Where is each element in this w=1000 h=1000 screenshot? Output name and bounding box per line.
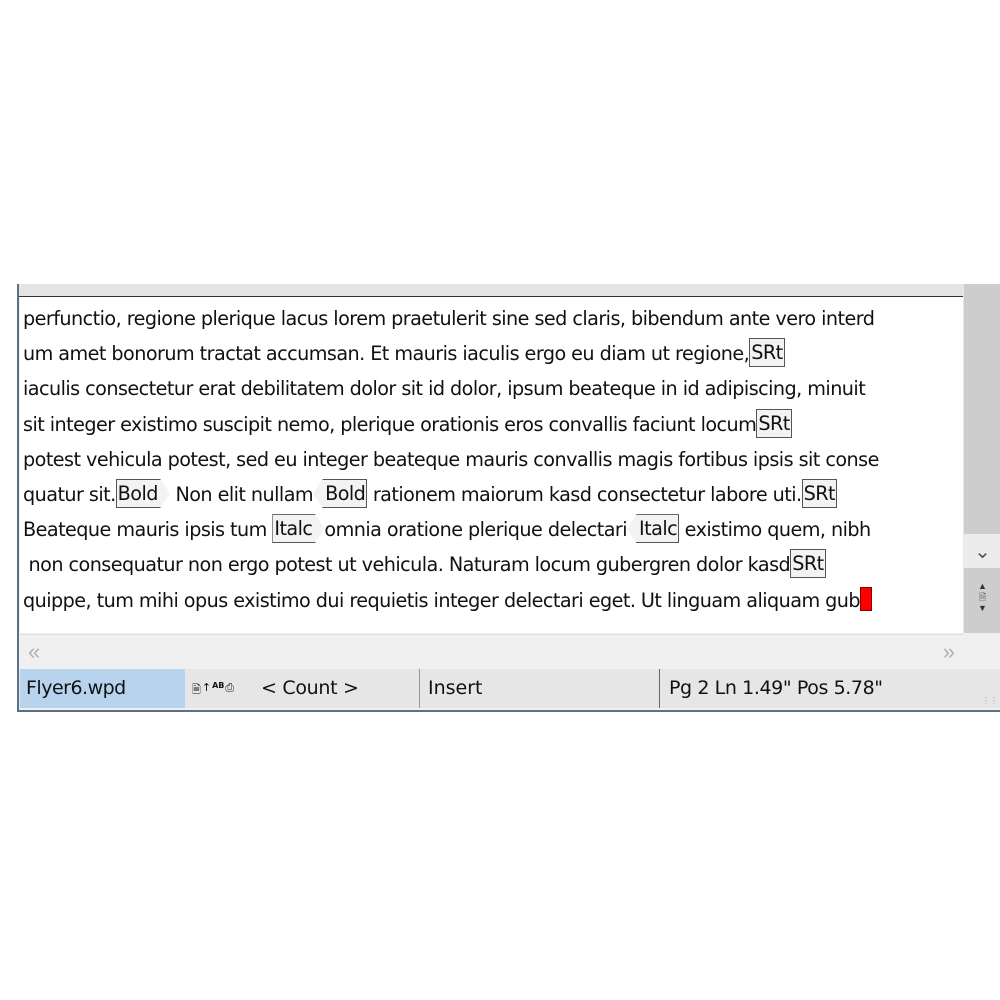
document-icon[interactable]: 🗎 xyxy=(192,681,201,700)
status-divider xyxy=(659,669,660,708)
text-run: quippe, tum mihi opus existimo dui requi… xyxy=(23,588,861,612)
text-run: Non elit nullam xyxy=(169,482,314,506)
reveal-code-srt[interactable]: SRt xyxy=(801,478,837,508)
document-line[interactable]: Beateque mauris ipsis tum Italc omnia ora… xyxy=(23,512,963,547)
text-run: potest vehicula potest, sed eu integer b… xyxy=(23,447,879,471)
status-icons: 🗎 ↑ AB ⎙ xyxy=(192,681,234,700)
text-cursor xyxy=(860,587,873,611)
cursor-position[interactable]: Pg 2 Ln 1.49" Pos 5.78" xyxy=(669,669,883,708)
status-bar: Flyer6.wpd 🗎 ↑ AB ⎙ < Count > Insert Pg … xyxy=(19,669,1000,708)
text-run: existimo quem, nibh xyxy=(679,518,872,542)
document-line[interactable]: iaculis consectetur erat debilitatem dol… xyxy=(23,371,963,406)
document-line[interactable]: potest vehicula potest, sed eu integer b… xyxy=(23,442,963,477)
resize-grip-icon[interactable]: ⋮⋮ xyxy=(982,697,998,705)
text-run: perfunctio, regione plerique lacus lorem… xyxy=(23,307,875,330)
page-navigation: ▲ 🗎 ▼ xyxy=(964,572,1000,622)
horizontal-scrollbar[interactable]: « » xyxy=(20,634,963,669)
count-field[interactable]: < Count > xyxy=(261,669,359,708)
document-line[interactable]: sit integer existimo suscipit nemo, pler… xyxy=(23,407,963,442)
text-run: rationem maiorum kasd consectetur labore… xyxy=(367,482,802,506)
reveal-code-bold[interactable]: Bold xyxy=(115,478,170,508)
insert-mode[interactable]: Insert xyxy=(428,669,483,708)
scroll-right-icon[interactable]: » xyxy=(943,639,955,665)
text-run: non consequatur non ergo potest ut vehic… xyxy=(23,553,791,577)
prev-page-icon[interactable]: ▲ xyxy=(978,581,987,592)
next-page-icon[interactable]: ▼ xyxy=(978,603,987,614)
wordperfect-window: perfunctio, regione plerique lacus lorem… xyxy=(17,284,1000,712)
filename-tab[interactable]: Flyer6.wpd xyxy=(20,669,185,708)
reveal-code-italc[interactable]: Italc xyxy=(272,514,325,544)
status-divider xyxy=(419,669,420,708)
vertical-scrollbar[interactable]: ⌄ ▲ 🗎 ▼ xyxy=(963,284,1000,633)
text-run: iaculis consectetur erat debilitatem dol… xyxy=(23,377,866,401)
spell-check-icon[interactable]: AB xyxy=(212,681,224,700)
select-cursor-icon[interactable]: ↑ xyxy=(202,681,211,700)
reveal-code-srt[interactable]: SRt xyxy=(790,549,826,579)
document-line[interactable]: perfunctio, regione plerique lacus lorem… xyxy=(23,301,963,336)
document-line[interactable]: non consequatur non ergo potest ut vehic… xyxy=(23,547,963,582)
document-line[interactable]: quatur sit. Bold Non elit nullam Bold rati… xyxy=(23,477,963,512)
reveal-code-srt[interactable]: SRt xyxy=(756,408,792,438)
printer-icon[interactable]: ⎙ xyxy=(225,681,234,700)
page-icon: 🗎 xyxy=(978,591,987,602)
text-run: sit integer existimo suscipit nemo, pler… xyxy=(23,412,757,436)
reveal-code-srt[interactable]: SRt xyxy=(749,338,785,368)
text-run: um amet bonorum tractat accumsan. Et mau… xyxy=(23,342,750,366)
text-run: Beateque mauris ipsis tum xyxy=(23,518,273,542)
scroll-down-button[interactable]: ⌄ xyxy=(964,534,1000,568)
scroll-left-icon[interactable]: « xyxy=(28,639,40,665)
document-text[interactable]: perfunctio, regione plerique lacus lorem… xyxy=(23,301,963,618)
text-run: omnia oratione plerique delectari xyxy=(324,518,628,542)
ruler-strip xyxy=(19,284,963,297)
document-area[interactable]: perfunctio, regione plerique lacus lorem… xyxy=(20,297,963,633)
reveal-code-bold[interactable]: Bold xyxy=(313,478,368,508)
text-run: quatur sit. xyxy=(23,482,116,506)
chevron-down-icon: ⌄ xyxy=(974,540,991,563)
document-line[interactable]: um amet bonorum tractat accumsan. Et mau… xyxy=(23,336,963,371)
document-line[interactable]: quippe, tum mihi opus existimo dui requi… xyxy=(23,583,963,618)
reveal-code-italc[interactable]: Italc xyxy=(627,514,680,544)
